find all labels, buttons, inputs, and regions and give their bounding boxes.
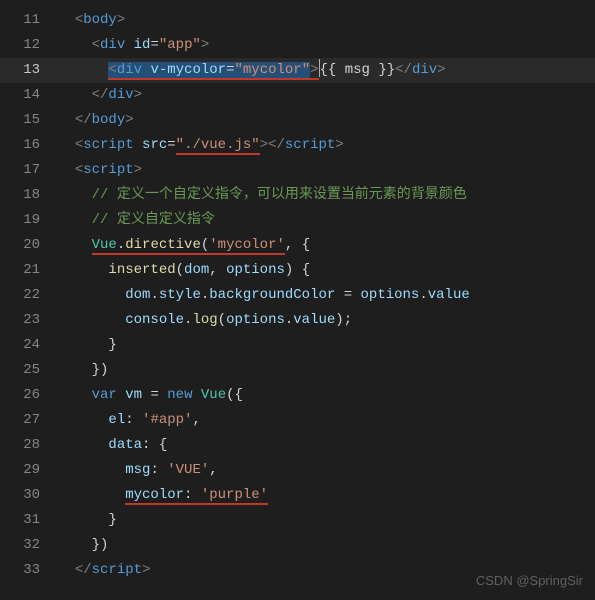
line-number: 31 — [0, 508, 58, 533]
line-number: 30 — [0, 483, 58, 508]
line-number: 33 — [0, 558, 58, 583]
code-line[interactable]: 30 mycolor: 'purple' — [0, 483, 595, 508]
code-line[interactable]: 16 <script src="./vue.js"></script> — [0, 133, 595, 158]
line-number: 19 — [0, 208, 58, 233]
code-line[interactable]: 26 var vm = new Vue({ — [0, 383, 595, 408]
code-line[interactable]: 13 <div v-mycolor="mycolor">{{ msg }}</d… — [0, 58, 595, 83]
line-number: 12 — [0, 33, 58, 58]
code-line[interactable]: 21 inserted(dom, options) { — [0, 258, 595, 283]
line-number: 21 — [0, 258, 58, 283]
line-number: 28 — [0, 433, 58, 458]
code-line[interactable]: 28 data: { — [0, 433, 595, 458]
line-number: 17 — [0, 158, 58, 183]
line-number: 16 — [0, 133, 58, 158]
code-line[interactable]: 11 <body> — [0, 8, 595, 33]
line-number: 22 — [0, 283, 58, 308]
code-line[interactable]: 25 }) — [0, 358, 595, 383]
line-number: 25 — [0, 358, 58, 383]
line-number: 29 — [0, 458, 58, 483]
code-line[interactable]: 29 msg: 'VUE', — [0, 458, 595, 483]
line-number: 11 — [0, 8, 58, 33]
line-number: 20 — [0, 233, 58, 258]
line-number: 24 — [0, 333, 58, 358]
line-number: 27 — [0, 408, 58, 433]
code-line[interactable]: 18 // 定义一个自定义指令，可以用来设置当前元素的背景颜色 — [0, 183, 595, 208]
code-line[interactable]: 14 </div> — [0, 83, 595, 108]
code-line[interactable]: 27 el: '#app', — [0, 408, 595, 433]
line-number: 23 — [0, 308, 58, 333]
line-number: 18 — [0, 183, 58, 208]
line-number: 13 — [0, 58, 58, 83]
line-number: 14 — [0, 83, 58, 108]
code-editor[interactable]: 11 <body> 12 <div id="app"> 13 <div v-my… — [0, 0, 595, 591]
code-line[interactable]: 32 }) — [0, 533, 595, 558]
code-line[interactable]: 23 console.log(options.value); — [0, 308, 595, 333]
code-line[interactable]: 31 } — [0, 508, 595, 533]
code-line[interactable]: 22 dom.style.backgroundColor = options.v… — [0, 283, 595, 308]
line-number: 15 — [0, 108, 58, 133]
text-cursor — [319, 59, 320, 77]
code-line[interactable]: 24 } — [0, 333, 595, 358]
code-line[interactable]: 12 <div id="app"> — [0, 33, 595, 58]
code-line[interactable]: 15 </body> — [0, 108, 595, 133]
watermark: CSDN @SpringSir — [476, 573, 583, 588]
code-line[interactable]: 19 // 定义自定义指令 — [0, 208, 595, 233]
line-number: 32 — [0, 533, 58, 558]
code-line[interactable]: 20 Vue.directive('mycolor', { — [0, 233, 595, 258]
line-number: 26 — [0, 383, 58, 408]
code-line[interactable]: 17 <script> — [0, 158, 595, 183]
